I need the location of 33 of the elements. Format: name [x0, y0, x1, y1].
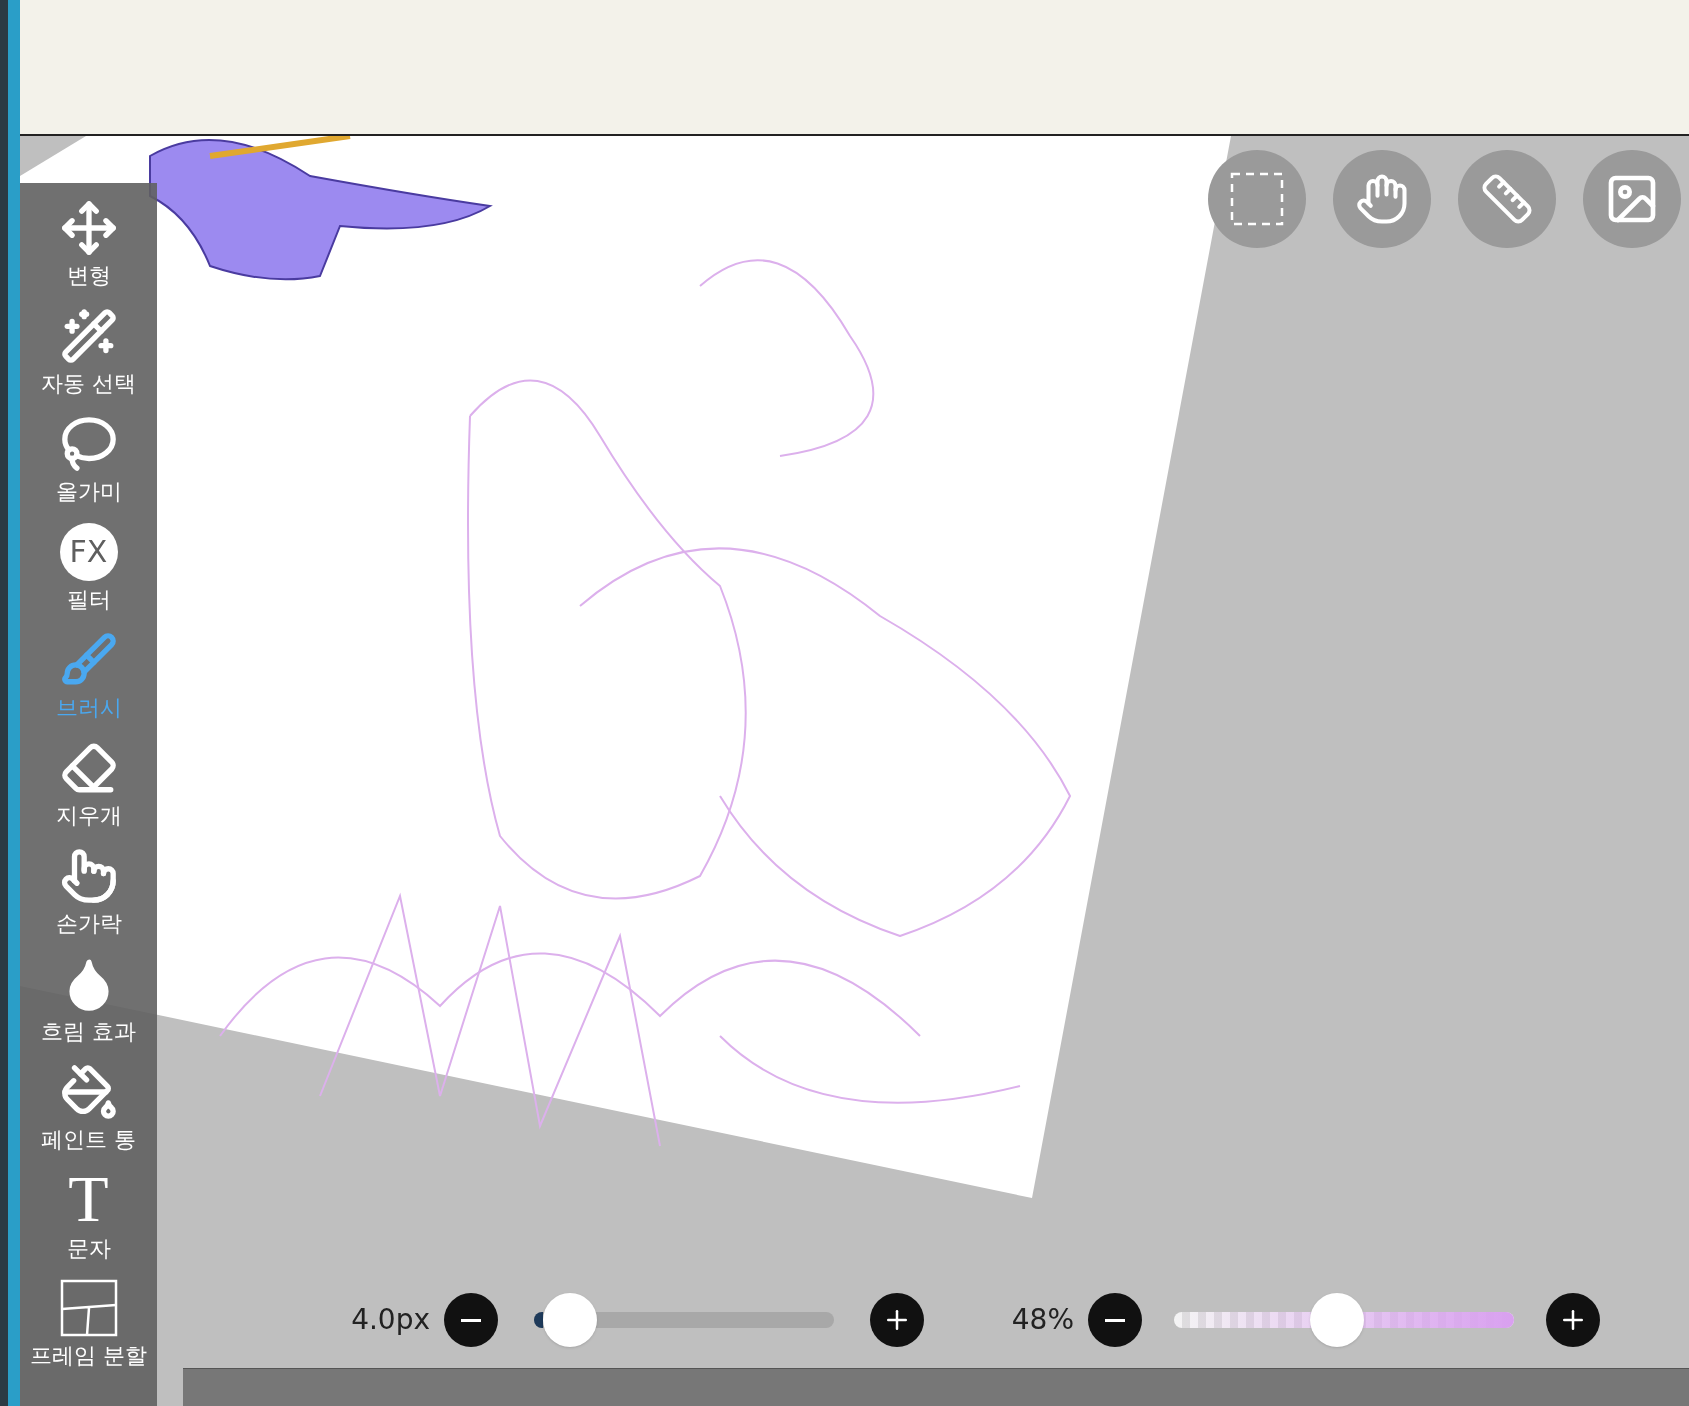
minus-icon	[1105, 1318, 1125, 1322]
tool-button[interactable]: 지우개	[20, 731, 157, 839]
touch-hand-icon	[1355, 172, 1409, 226]
selection-icon	[1229, 171, 1285, 227]
tool-button[interactable]: 페인트 통	[20, 1055, 157, 1163]
plus-button[interactable]	[870, 1293, 924, 1347]
tool-button[interactable]: 자동 선택	[20, 299, 157, 407]
minus-button[interactable]	[1088, 1293, 1142, 1347]
paint-bucket-icon	[59, 1062, 118, 1121]
tool-button[interactable]: 변형	[20, 191, 157, 299]
slider-thumb[interactable]	[543, 1293, 597, 1347]
minus-icon	[461, 1318, 481, 1322]
ruler-icon	[1480, 172, 1534, 226]
magic-wand-icon	[59, 306, 118, 365]
plus-button[interactable]	[1546, 1293, 1600, 1347]
minus-button[interactable]	[444, 1293, 498, 1347]
slider-thumb[interactable]	[1310, 1293, 1365, 1347]
text-tool-icon: T	[68, 1169, 109, 1230]
brush-size-slider[interactable]	[534, 1292, 834, 1348]
opacity-value: 48%	[1010, 1302, 1074, 1338]
tool-button[interactable]: 올가미	[20, 407, 157, 515]
tool-button[interactable]: T 문자	[20, 1163, 157, 1271]
fx-icon: FX	[59, 522, 118, 581]
move-arrows-icon	[59, 198, 118, 257]
lasso-icon	[59, 414, 118, 473]
frame-divide-icon	[59, 1278, 118, 1337]
brush-size-value: 4.0px	[350, 1302, 430, 1338]
tool-button[interactable]: 손가락	[20, 839, 157, 947]
opacity-slider[interactable]	[1174, 1292, 1514, 1348]
finger-icon	[59, 846, 118, 905]
tool-button[interactable]: 흐림 효과	[20, 947, 157, 1055]
tool-button[interactable]: FX 필터	[20, 515, 157, 623]
tool-button[interactable]: 프레임 분할	[20, 1271, 157, 1379]
